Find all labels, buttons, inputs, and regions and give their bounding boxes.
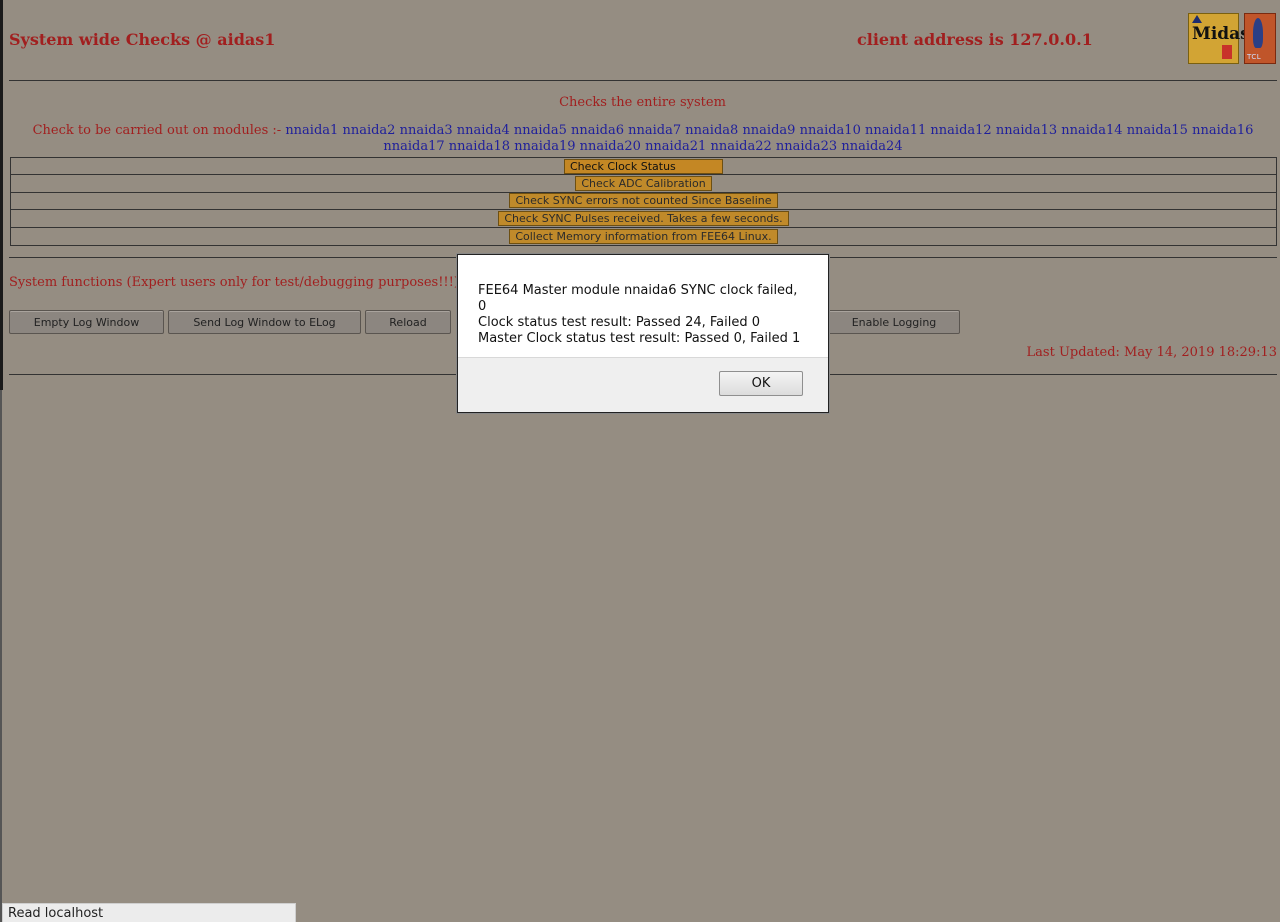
collect-memory-info-button[interactable]: Collect Memory information from FEE64 Li… [509,228,778,244]
check-row: Check Clock Status [11,158,1276,176]
figure-icon [1253,18,1263,48]
module-link-nnaida21[interactable]: nnaida21 [645,139,706,154]
modules-prefix: Check to be carried out on modules :- [32,123,282,138]
dialog-line: Master Clock status test result: Passed … [478,331,801,346]
module-link-nnaida5[interactable]: nnaida5 [514,123,567,138]
page-title: System wide Checks @ aidas1 [9,30,276,49]
module-link-nnaida24[interactable]: nnaida24 [841,139,902,154]
check-sync-errors-button[interactable]: Check SYNC errors not counted Since Base… [509,193,778,209]
divider-top [9,80,1277,81]
system-functions-title: System functions (Expert users only for … [9,275,459,290]
send-log-to-elog-button[interactable]: Send Log Window to ELog [168,310,361,334]
module-link-nnaida3[interactable]: nnaida3 [400,123,453,138]
module-link-nnaida16[interactable]: nnaida16 [1192,123,1253,138]
dialog-line: FEE64 Master module nnaida6 SYNC clock f… [478,283,798,314]
reload-button[interactable]: Reload [365,310,451,334]
status-bar: Read localhost [2,903,296,922]
dialog-message: FEE64 Master module nnaida6 SYNC clock f… [458,255,828,358]
checks-subtitle: Checks the entire system [559,95,726,110]
module-link-nnaida2[interactable]: nnaida2 [342,123,395,138]
module-link-nnaida19[interactable]: nnaida19 [514,139,575,154]
module-link-nnaida6[interactable]: nnaida6 [571,123,624,138]
module-link-nnaida20[interactable]: nnaida20 [580,139,641,154]
modules-list: Check to be carried out on modules :- nn… [9,123,1277,155]
client-address: client address is 127.0.0.1 [857,30,1093,49]
check-row: Check ADC Calibration [11,175,1276,193]
module-link-nnaida11[interactable]: nnaida11 [865,123,926,138]
module-link-nnaida18[interactable]: nnaida18 [449,139,510,154]
module-link-nnaida14[interactable]: nnaida14 [1061,123,1122,138]
triangle-icon [1192,15,1202,23]
module-link-nnaida15[interactable]: nnaida15 [1127,123,1188,138]
module-link-nnaida8[interactable]: nnaida8 [685,123,738,138]
check-row: Collect Memory information from FEE64 Li… [11,228,1276,245]
check-adc-calibration-button[interactable]: Check ADC Calibration [575,176,712,192]
module-link-nnaida7[interactable]: nnaida7 [628,123,681,138]
check-row: Check SYNC Pulses received. Takes a few … [11,210,1276,228]
check-row: Check SYNC errors not counted Since Base… [11,193,1276,211]
ok-button[interactable]: OK [719,371,803,396]
tcl-logo-text: TCL [1247,53,1262,61]
empty-log-window-button[interactable]: Empty Log Window [9,310,164,334]
alert-dialog: FEE64 Master module nnaida6 SYNC clock f… [457,254,829,413]
last-updated: Last Updated: May 14, 2019 18:29:13 [1026,345,1277,360]
module-link-nnaida10[interactable]: nnaida10 [800,123,861,138]
module-link-nnaida12[interactable]: nnaida12 [930,123,991,138]
module-link-nnaida22[interactable]: nnaida22 [710,139,771,154]
window-left-edge-lower [0,390,2,922]
midas-logo-text: Midas [1192,24,1250,44]
module-link-nnaida4[interactable]: nnaida4 [457,123,510,138]
dialog-line: Clock status test result: Passed 24, Fai… [478,315,761,330]
window-left-edge [0,0,3,390]
module-link-nnaida23[interactable]: nnaida23 [776,139,837,154]
check-clock-status-button[interactable]: Check Clock Status [564,158,723,174]
module-link-nnaida17[interactable]: nnaida17 [383,139,444,154]
module-link-nnaida13[interactable]: nnaida13 [996,123,1057,138]
enable-logging-button[interactable]: Enable Logging [828,310,960,334]
module-link-nnaida9[interactable]: nnaida9 [742,123,795,138]
check-sync-pulses-button[interactable]: Check SYNC Pulses received. Takes a few … [498,210,789,226]
midas-logo[interactable]: Midas [1188,13,1250,64]
dialog-footer: OK [458,357,828,412]
module-link-nnaida1[interactable]: nnaida1 [285,123,338,138]
tcl-logo[interactable]: TCL [1244,13,1276,64]
box-icon [1222,45,1232,59]
checks-table: Check Clock Status Check ADC Calibration… [10,157,1277,246]
